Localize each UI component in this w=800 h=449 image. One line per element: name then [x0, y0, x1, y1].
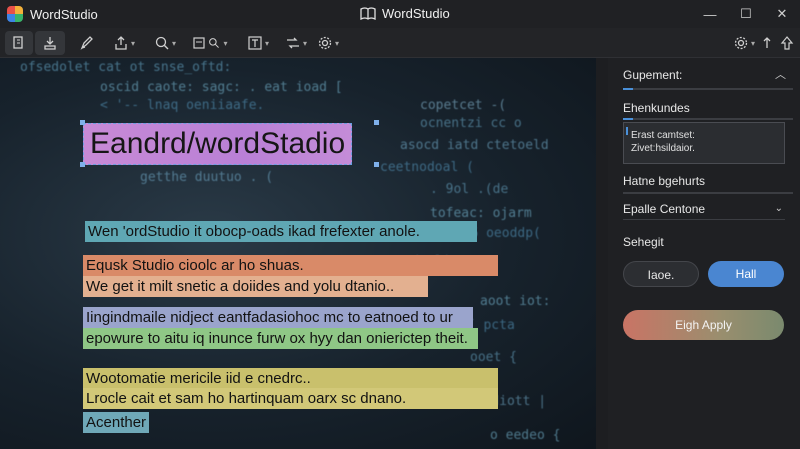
document-line[interactable]: We get it milt snetic a doiides and yolu… [83, 276, 428, 297]
window-title: WordStudio [360, 6, 450, 21]
pen-icon [80, 36, 93, 50]
minimize-button[interactable]: — [692, 0, 728, 28]
font-icon [248, 36, 262, 50]
gear-icon [734, 36, 748, 50]
panel-section-title: Gupement: [623, 68, 683, 82]
app-logo-icon [7, 6, 23, 22]
transform-button[interactable]: ▾ [280, 31, 312, 55]
pen-button[interactable] [76, 31, 98, 55]
zoom-button[interactable]: ▾ [150, 31, 180, 55]
find-button[interactable]: ▾ [186, 31, 234, 55]
chevron-down-icon: ▾ [171, 38, 176, 48]
pages-icon [13, 36, 23, 49]
transform-icon [286, 37, 299, 49]
document-line[interactable]: Wen 'ordStudio it obocp-oads ikad frefex… [85, 221, 477, 242]
document-scrollbar[interactable] [596, 58, 608, 449]
title-bar: WordStudio WordStudio — ☐ ✕ [0, 0, 800, 28]
selection-handle[interactable] [80, 120, 85, 125]
field-divider [623, 118, 793, 120]
selection-handle[interactable] [80, 162, 85, 167]
chevron-down-icon: ▾ [302, 38, 307, 48]
text-cursor [626, 127, 628, 135]
chevron-down-icon: ⌄ [774, 203, 783, 214]
settings-button[interactable]: ▾ [314, 31, 342, 55]
import-icon [44, 37, 56, 50]
text-area-line: Erast camtset: [631, 130, 695, 141]
document-line[interactable]: epowure to aitu iq inunce furw ox hyy da… [83, 328, 478, 349]
chevron-down-icon: ▾ [334, 38, 339, 48]
chevron-down-icon: ▾ [264, 38, 269, 48]
selection-handle[interactable] [374, 162, 379, 167]
selection-handle[interactable] [374, 120, 379, 125]
pages-button[interactable] [5, 31, 33, 55]
document-canvas[interactable]: ofsedolet cat ot snse_oftd: oscid caote:… [0, 58, 596, 449]
section-divider [623, 88, 793, 90]
field-label: Hatne bgehurts [623, 174, 706, 188]
field-divider [623, 192, 793, 194]
field-label: Ehenkundes [623, 101, 690, 115]
sync-button[interactable] [758, 31, 776, 55]
document-line[interactable]: Lrocle cait et sam ho hartinquam oarx sc… [83, 388, 498, 409]
find-icon [193, 37, 206, 49]
settings-icon [318, 36, 332, 50]
segment-label: Sehegit [623, 235, 664, 249]
export-icon [115, 36, 127, 50]
export-button[interactable]: ▾ [108, 31, 140, 55]
text-area[interactable]: Erast camtset: Zivet:hsildaior. [623, 122, 785, 164]
font-dropdown[interactable]: Epalle Centone ⌄ [623, 198, 785, 220]
upload-button[interactable] [778, 31, 796, 55]
sync-icon [763, 37, 771, 48]
font-button[interactable]: ▾ [244, 31, 272, 55]
toolbar: ▾ ▾ ▾ ▾ ▾ ▾ ▾ [0, 28, 800, 58]
book-icon [360, 6, 376, 20]
segment-right-button[interactable]: Hall [708, 261, 784, 287]
window-title-text: WordStudio [382, 6, 450, 21]
document-line[interactable]: Equsk Studio cioolc ar ho shuas. [83, 255, 498, 276]
dropdown-value: Epalle Centone [623, 202, 706, 216]
chevron-down-icon: ▾ [223, 38, 228, 48]
document-line[interactable]: Iingindmaile nidject eantfadasiohoc mc t… [83, 307, 473, 328]
segment-left-button[interactable]: Iaoe. [623, 261, 699, 287]
document-line[interactable]: Acenther [83, 412, 149, 433]
apply-button[interactable]: Eigh Apply [623, 310, 784, 340]
document-line[interactable]: Wootomatie mericile iid e cnedrc.. [83, 368, 498, 389]
import-button[interactable] [35, 31, 65, 55]
maximize-button[interactable]: ☐ [728, 0, 764, 28]
search-icon [209, 37, 220, 48]
chevron-down-icon: ▾ [130, 38, 135, 48]
upload-icon [780, 36, 794, 50]
chevron-up-icon[interactable]: ︿ [775, 66, 786, 82]
properties-panel: Gupement: ︿ Ehenkundes Erast camtset: Zi… [608, 58, 800, 449]
text-area-line: Zivet:hsildaior. [631, 143, 695, 154]
document-title[interactable]: Eandrd/wordStadio [83, 123, 353, 165]
zoom-icon [155, 36, 169, 50]
close-button[interactable]: ✕ [764, 0, 800, 28]
app-name: WordStudio [30, 7, 98, 22]
chevron-down-icon: ▾ [750, 38, 755, 48]
gear-button[interactable]: ▾ [730, 31, 758, 55]
